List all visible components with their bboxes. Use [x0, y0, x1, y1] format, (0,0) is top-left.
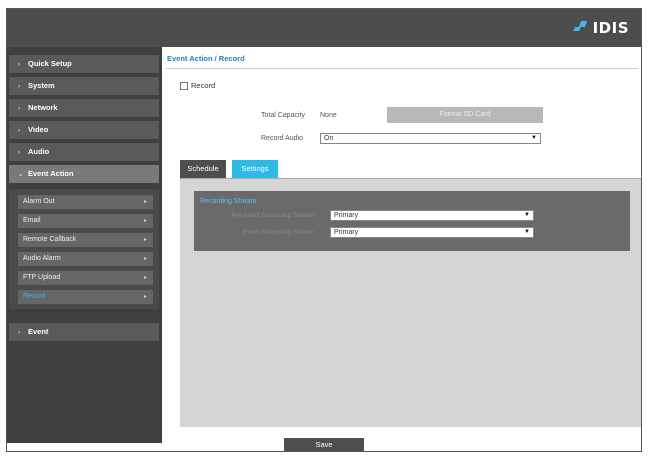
- submenu-item-audio-alarm[interactable]: Audio Alarm ▸: [18, 252, 153, 266]
- chevron-right-icon: ›: [18, 330, 20, 336]
- sidebar-item-label: Event Action: [28, 169, 74, 178]
- pre-event-stream-label: Pre-event Recording Stream: [231, 212, 314, 219]
- total-capacity-value: None: [320, 112, 337, 119]
- event-action-submenu: Alarm Out ▸ Email ▸ Remote Callback ▸ Audio…: [9, 189, 159, 309]
- top-header: IDIS: [7, 9, 641, 47]
- sidebar-item-label: Quick Setup: [28, 59, 72, 68]
- record-audio-select[interactable]: On ▼: [320, 133, 541, 144]
- app-window: IDIS › Quick Setup › System › Network › Vide…: [6, 8, 642, 452]
- total-capacity-label: Total Capacity: [261, 112, 305, 119]
- submenu-item-email[interactable]: Email ▸: [18, 214, 153, 228]
- submenu-item-remote-callback[interactable]: Remote Callback ▸: [18, 233, 153, 247]
- sidebar-item-event-action[interactable]: ⌄ Event Action: [9, 165, 159, 183]
- breadcrumb: Event Action / Record: [167, 54, 245, 63]
- chevron-right-icon: ▸: [143, 199, 147, 205]
- chevron-right-icon: ›: [18, 62, 20, 68]
- recording-stream-title: Recording Stream: [200, 198, 257, 205]
- event-stream-label: Event Recording Stream: [243, 229, 314, 236]
- sidebar-item-quick-setup[interactable]: › Quick Setup: [9, 55, 159, 73]
- submenu-item-label: FTP Upload: [23, 274, 61, 281]
- sidebar-item-label: Network: [28, 103, 58, 112]
- tab-schedule[interactable]: Schedule: [180, 160, 226, 178]
- submenu-item-label: Remote Callback: [23, 236, 77, 243]
- submenu-item-label: Email: [23, 217, 41, 224]
- format-sd-card-button[interactable]: Format SD Card: [387, 107, 543, 123]
- record-audio-value: On: [324, 135, 334, 142]
- submenu-item-label: Alarm Out: [23, 198, 55, 205]
- sidebar-item-audio[interactable]: › Audio: [9, 143, 159, 161]
- sidebar: › Quick Setup › System › Network › Video › Au…: [7, 47, 162, 443]
- idis-logo-icon: [572, 19, 590, 37]
- sidebar-item-label: Event: [28, 327, 49, 336]
- submenu-item-label: Audio Alarm: [23, 255, 61, 262]
- logo-text: IDIS: [592, 19, 629, 37]
- chevron-right-icon: ▸: [143, 294, 147, 300]
- sidebar-item-network[interactable]: › Network: [9, 99, 159, 117]
- sidebar-item-event[interactable]: › Event: [9, 323, 159, 341]
- record-audio-label: Record Audio: [261, 135, 304, 142]
- idis-logo: IDIS: [572, 18, 629, 38]
- chevron-right-icon: ▸: [143, 237, 147, 243]
- sidebar-item-label: System: [28, 81, 55, 90]
- record-checkbox-row[interactable]: Record: [180, 81, 215, 90]
- event-stream-value: Primary: [334, 229, 359, 236]
- tab-settings[interactable]: Settings: [232, 160, 278, 178]
- event-stream-select[interactable]: Primary ▼: [330, 227, 534, 238]
- sidebar-item-video[interactable]: › Video: [9, 121, 159, 139]
- dropdown-arrow-icon: ▼: [524, 212, 530, 218]
- recording-stream-group: Recording Stream Pre-event Recording Str…: [194, 191, 630, 251]
- submenu-item-ftp-upload[interactable]: FTP Upload ▸: [18, 271, 153, 285]
- chevron-right-icon: ›: [18, 106, 20, 112]
- save-button[interactable]: Save: [284, 438, 364, 451]
- dropdown-arrow-icon: ▼: [531, 135, 537, 141]
- record-checkbox[interactable]: [180, 81, 188, 90]
- sidebar-item-label: Audio: [28, 147, 50, 156]
- submenu-item-record[interactable]: Record ▸: [18, 290, 153, 304]
- submenu-item-alarm-out[interactable]: Alarm Out ▸: [18, 195, 153, 209]
- settings-panel: Recording Stream Pre-event Recording Str…: [180, 179, 641, 427]
- pre-event-stream-value: Primary: [334, 212, 359, 219]
- chevron-right-icon: ▸: [143, 275, 147, 281]
- main-content: Event Action / Record Record Total Capac…: [162, 47, 641, 443]
- dropdown-arrow-icon: ▼: [524, 229, 530, 235]
- pre-event-stream-select[interactable]: Primary ▼: [330, 210, 534, 221]
- sidebar-item-system[interactable]: › System: [9, 77, 159, 95]
- breadcrumb-divider: [166, 68, 638, 69]
- chevron-right-icon: ›: [18, 150, 20, 156]
- chevron-right-icon: ▸: [143, 256, 147, 262]
- chevron-right-icon: ›: [18, 128, 20, 134]
- chevron-right-icon: ▸: [143, 218, 147, 224]
- sidebar-item-label: Video: [28, 125, 49, 134]
- record-checkbox-label: Record: [191, 81, 216, 90]
- chevron-down-icon: ⌄: [18, 172, 24, 178]
- submenu-item-label: Record: [23, 293, 46, 300]
- chevron-right-icon: ›: [18, 84, 20, 90]
